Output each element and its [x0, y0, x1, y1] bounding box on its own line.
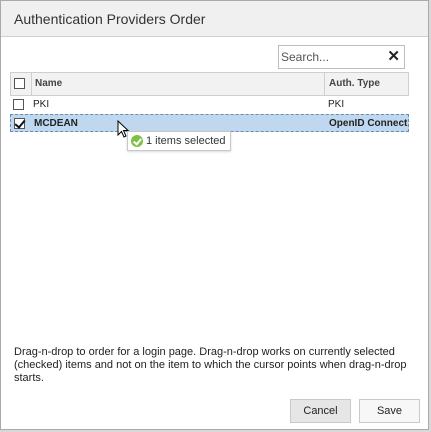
- row-checkbox[interactable]: [13, 99, 24, 110]
- row-auth-type: PKI: [328, 99, 345, 110]
- drag-tooltip-text: 1 items selected: [146, 135, 226, 147]
- column-header-name[interactable]: Name: [31, 73, 324, 95]
- cancel-button[interactable]: Cancel: [290, 399, 351, 423]
- row-name: PKI: [33, 99, 50, 110]
- dialog-title: Authentication Providers Order: [14, 11, 206, 27]
- table-row[interactable]: PKI PKI: [10, 96, 409, 114]
- check-circle-icon: [131, 135, 143, 147]
- grid-header: Name Auth. Type: [10, 72, 409, 96]
- save-button[interactable]: Save: [359, 399, 420, 423]
- providers-grid: Name Auth. Type PKI PKI MCDEAN OpenID Co…: [10, 72, 409, 132]
- dialog-titlebar: Authentication Providers Order: [1, 1, 428, 37]
- help-text: Drag-n-drop to order for a login page. D…: [14, 346, 407, 384]
- search-box: ✕: [278, 45, 405, 69]
- auth-providers-dialog: Authentication Providers Order ✕ Name Au…: [0, 0, 429, 430]
- search-input[interactable]: [281, 48, 381, 66]
- row-checkbox-checked[interactable]: [14, 118, 25, 129]
- row-auth-type: OpenID Connect: [329, 118, 408, 129]
- clear-search-icon[interactable]: ✕: [387, 48, 400, 66]
- table-row[interactable]: MCDEAN OpenID Connect: [10, 114, 409, 132]
- column-header-auth-type[interactable]: Auth. Type: [324, 73, 408, 95]
- row-name: MCDEAN: [34, 118, 78, 129]
- drag-selection-tooltip: 1 items selected: [127, 131, 232, 151]
- select-all-checkbox[interactable]: [14, 78, 25, 89]
